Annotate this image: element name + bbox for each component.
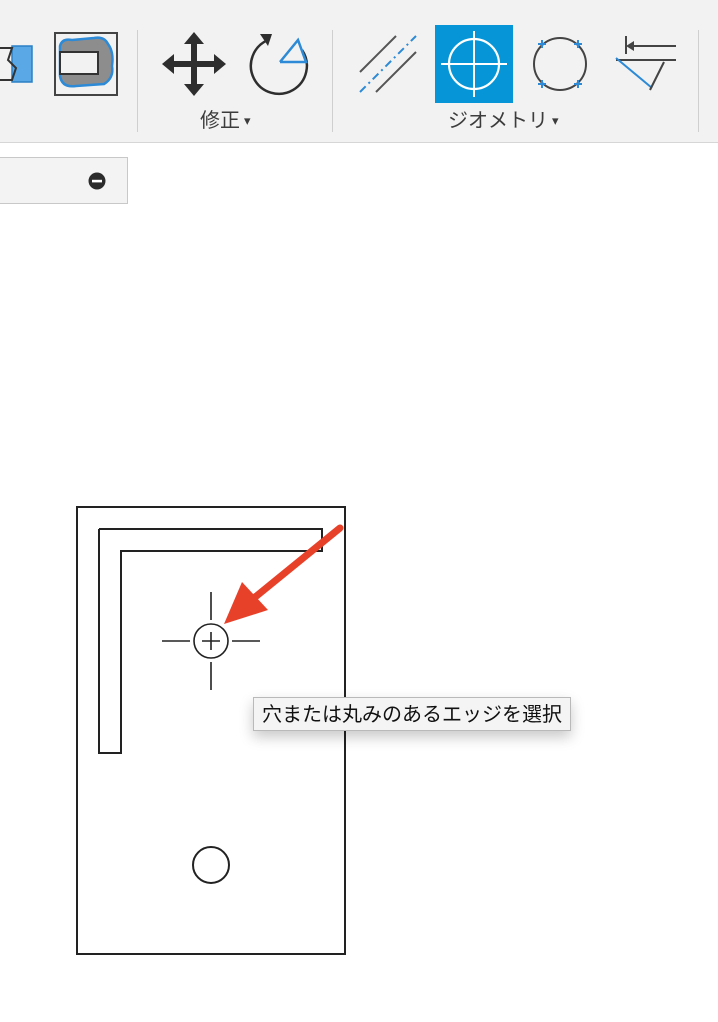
lower-hole[interactable] [192, 846, 230, 884]
drawing-canvas[interactable] [0, 0, 718, 1022]
annotation-arrow [224, 524, 344, 624]
selection-tooltip: 穴または丸みのあるエッジを選択 [253, 697, 571, 731]
